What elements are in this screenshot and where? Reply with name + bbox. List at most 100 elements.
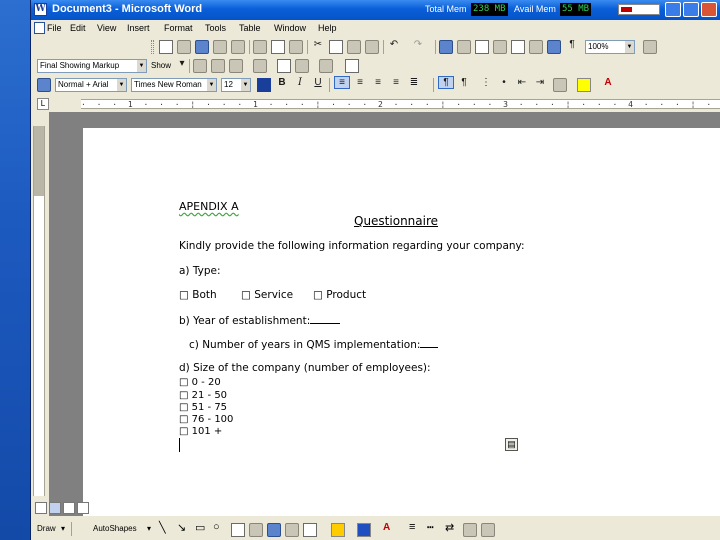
year-answer-blank[interactable] [310, 314, 341, 324]
document-page[interactable]: APENDIX A Questionnaire Kindly provide t… [83, 128, 720, 516]
wordart-icon[interactable] [249, 523, 263, 537]
menu-view[interactable]: View [97, 23, 116, 33]
track-changes-icon[interactable] [295, 59, 309, 73]
3d-style-icon[interactable] [481, 523, 495, 537]
save-icon[interactable] [195, 40, 209, 54]
chevron-down-icon[interactable]: ▼ [117, 79, 126, 91]
chevron-down-icon[interactable]: ▼ [241, 79, 250, 91]
document-map-icon[interactable] [547, 40, 561, 54]
size-option[interactable]: □ 51 - 75 [179, 402, 227, 413]
align-left-icon[interactable]: ≡ [334, 76, 350, 89]
diagram-icon[interactable] [267, 523, 281, 537]
copy-icon[interactable] [329, 40, 343, 54]
menu-help[interactable]: Help [318, 23, 337, 33]
tables-borders-icon[interactable] [457, 40, 471, 54]
menu-tools[interactable]: Tools [205, 23, 226, 33]
autoshapes-dropdown-icon[interactable]: ▾ [147, 524, 151, 533]
menu-table[interactable]: Table [239, 23, 261, 33]
tab-selector-icon[interactable]: L [37, 98, 49, 110]
align-right-icon[interactable]: ≡ [371, 77, 385, 88]
option-both[interactable]: □ Both [179, 289, 217, 301]
paste-options-icon[interactable]: ▤ [505, 438, 518, 451]
clip-art-icon[interactable] [285, 523, 299, 537]
borders-icon[interactable] [553, 78, 567, 92]
menu-file[interactable]: File [47, 23, 62, 33]
font-color-draw-icon[interactable]: A [383, 522, 390, 533]
vertical-ruler[interactable] [33, 126, 45, 496]
reading-view-icon[interactable] [77, 502, 89, 514]
size-option[interactable]: □ 0 - 20 [179, 377, 221, 388]
dropdown-arrow-icon[interactable]: ▾ [175, 58, 189, 69]
print-preview-icon[interactable] [271, 40, 285, 54]
minimize-button[interactable] [665, 2, 681, 17]
close-button[interactable] [701, 2, 717, 17]
rtl-icon[interactable]: ¶ [457, 77, 471, 88]
increase-indent-icon[interactable]: ⇥ [533, 77, 547, 88]
numbering-icon[interactable]: ⋮ [479, 77, 493, 88]
chevron-down-icon[interactable]: ▼ [625, 41, 634, 53]
size-option[interactable]: □ 21 - 50 [179, 390, 227, 401]
display-for-review-combo[interactable]: Final Showing Markup ▼ [37, 59, 147, 73]
size-option[interactable]: □ 101 + [179, 426, 222, 437]
redo-icon[interactable]: ↷ [411, 39, 425, 50]
spelling-icon[interactable] [289, 40, 303, 54]
horizontal-ruler[interactable]: L · · · 1 · · · ¦ · · · 1 · · · ¦ · · · … [31, 96, 720, 112]
document-icon[interactable] [34, 22, 45, 34]
reading-layout-icon[interactable] [345, 59, 359, 73]
line-style-icon[interactable]: ≡ [409, 521, 415, 533]
menu-window[interactable]: Window [274, 23, 306, 33]
drawing-icon[interactable] [529, 40, 543, 54]
toolbar-grip[interactable] [151, 40, 154, 54]
arrow-icon[interactable]: ↘ [177, 521, 186, 534]
format-painter-icon[interactable] [365, 40, 379, 54]
print-layout-icon[interactable] [49, 502, 61, 514]
word-app-icon[interactable]: W [34, 3, 47, 16]
accept-change-icon[interactable] [229, 59, 243, 73]
bullets-icon[interactable]: • [497, 77, 511, 88]
styles-icon[interactable] [37, 78, 51, 92]
help-icon[interactable] [643, 40, 657, 54]
cut-icon[interactable]: ✂ [311, 39, 325, 50]
email-icon[interactable] [231, 40, 245, 54]
font-color-icon[interactable]: A [601, 77, 615, 88]
outline-view-icon[interactable] [63, 502, 75, 514]
draw-menu-button[interactable]: Draw [37, 524, 56, 533]
insert-table-icon[interactable] [475, 40, 489, 54]
insert-hyperlink-icon[interactable] [439, 40, 453, 54]
decrease-indent-icon[interactable]: ⇤ [515, 77, 529, 88]
open-folder-icon[interactable] [177, 40, 191, 54]
insert-excel-icon[interactable] [493, 40, 507, 54]
previous-change-icon[interactable] [193, 59, 207, 73]
insert-picture-icon[interactable] [303, 523, 317, 537]
maximize-button[interactable] [683, 2, 699, 17]
ltr-icon[interactable]: ¶ [438, 76, 454, 89]
font-color-dialog-icon[interactable] [257, 78, 271, 92]
chevron-down-icon[interactable]: ▼ [207, 79, 216, 91]
line-color-icon[interactable] [357, 523, 371, 537]
new-document-icon[interactable] [159, 40, 173, 54]
font-size-combo[interactable]: 12 ▼ [221, 78, 251, 92]
autoshapes-button[interactable]: AutoShapes [93, 524, 137, 533]
zoom-combo[interactable]: 100% ▼ [585, 40, 635, 54]
dash-style-icon[interactable]: ┅ [427, 521, 434, 534]
align-center-icon[interactable]: ≡ [353, 77, 367, 88]
menu-edit[interactable]: Edit [70, 23, 86, 33]
font-combo[interactable]: Times New Roman ▼ [131, 78, 217, 92]
draw-dropdown-icon[interactable]: ▾ [61, 524, 65, 533]
menu-format[interactable]: Format [164, 23, 193, 33]
style-combo[interactable]: Normal + Arial ▼ [55, 78, 127, 92]
arrow-style-icon[interactable]: ⇄ [445, 521, 454, 534]
underline-icon[interactable]: U [311, 77, 325, 88]
insert-comment-icon[interactable] [277, 59, 291, 73]
permission-icon[interactable] [213, 40, 227, 54]
highlight-icon[interactable] [577, 78, 591, 92]
option-product[interactable]: □ Product [313, 289, 366, 301]
undo-icon[interactable]: ↶ [387, 39, 401, 50]
reject-change-icon[interactable] [253, 59, 267, 73]
oval-icon[interactable]: ○ [213, 521, 220, 533]
shadow-style-icon[interactable] [463, 523, 477, 537]
qms-answer-blank[interactable] [420, 338, 439, 348]
print-icon[interactable] [253, 40, 267, 54]
columns-icon[interactable] [511, 40, 525, 54]
size-option[interactable]: □ 76 - 100 [179, 414, 233, 425]
